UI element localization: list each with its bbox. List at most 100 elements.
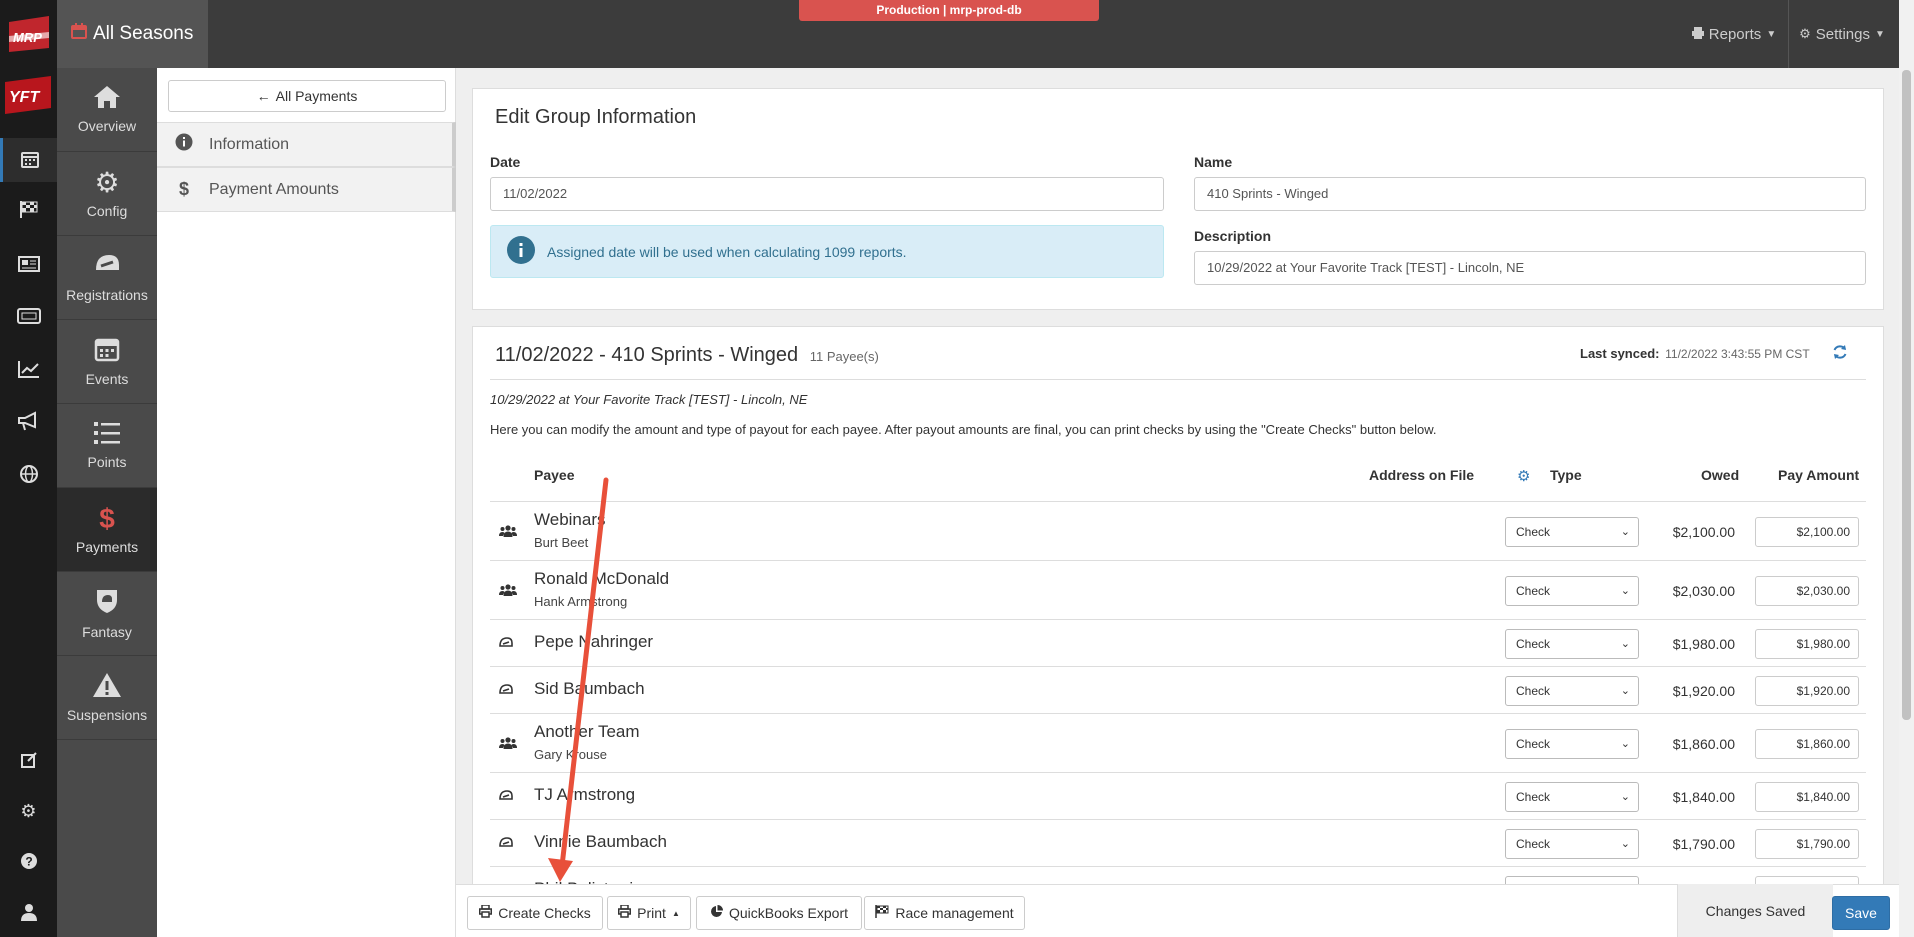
- edit-group-title: Edit Group Information: [495, 106, 697, 128]
- payment-type-select[interactable]: Check ⌄: [1505, 516, 1639, 547]
- nav-item-fantasy[interactable]: Fantasy: [57, 572, 157, 656]
- pay-amount-input[interactable]: $1,980.00: [1755, 628, 1859, 659]
- owed-amount: $1,860.00: [1672, 735, 1735, 752]
- sub-item-information[interactable]: Information: [157, 122, 456, 167]
- calendar-icon: [71, 23, 87, 45]
- name-input[interactable]: 410 Sprints - Winged: [1194, 177, 1866, 211]
- rail-analytics-button[interactable]: [0, 348, 57, 392]
- description-input[interactable]: 10/29/2022 at Your Favorite Track [TEST]…: [1194, 251, 1866, 285]
- save-button[interactable]: Save: [1832, 896, 1890, 930]
- pay-amount-input[interactable]: $1,840.00: [1755, 781, 1859, 812]
- pay-amount-input[interactable]: $2,030.00: [1755, 575, 1859, 606]
- date-label: Date: [490, 154, 521, 170]
- payment-type-value: Check: [1516, 736, 1551, 751]
- nav-item-points[interactable]: Points: [57, 404, 157, 488]
- nav-item-overview[interactable]: Overview: [57, 68, 157, 152]
- rail-race-button[interactable]: [0, 188, 57, 232]
- external-link-icon: [20, 751, 37, 771]
- arrow-left-icon: ←: [256, 88, 271, 104]
- rail-web-button[interactable]: [0, 453, 57, 497]
- rail-settings-button[interactable]: ⚙: [0, 789, 57, 833]
- newspaper-icon: [17, 255, 40, 275]
- race-management-button[interactable]: Race management: [864, 896, 1025, 930]
- refresh-icon: [1832, 345, 1848, 363]
- nav-item-registrations[interactable]: Registrations: [57, 236, 157, 320]
- payment-type-select[interactable]: Check ⌄: [1505, 828, 1639, 859]
- col-address: Address on File: [1369, 467, 1475, 483]
- nav-label: Points: [87, 454, 127, 470]
- help-icon: ?: [20, 852, 38, 873]
- rail-external-button[interactable]: [0, 739, 57, 783]
- all-payments-label: All Payments: [275, 88, 358, 104]
- globe-icon: [19, 464, 39, 487]
- nav-item-payments[interactable]: $ Payments: [57, 488, 157, 572]
- list-icon: [93, 421, 121, 448]
- table-row: TJ Armstrong Check ⌄ $1,840.00 $1,840.00: [490, 772, 1866, 819]
- caret-down-icon: ▼: [1874, 28, 1885, 40]
- rail-calendar-button[interactable]: [0, 138, 57, 182]
- nav-label: Config: [86, 202, 128, 219]
- info-circle-icon: [175, 133, 193, 156]
- rail-user-button[interactable]: [0, 891, 57, 935]
- chevron-down-icon: ⌄: [1620, 737, 1630, 750]
- type-settings-gear[interactable]: ⚙: [1517, 467, 1530, 485]
- owed-amount: $1,920.00: [1672, 682, 1735, 699]
- payment-type-value: Check: [1516, 683, 1551, 698]
- payment-type-select[interactable]: Check ⌄: [1505, 575, 1639, 606]
- gear-icon: ⚙: [20, 800, 37, 821]
- owed-amount: $1,790.00: [1672, 835, 1735, 852]
- yft-logo[interactable]: YFT: [3, 76, 53, 114]
- helmet-icon: [93, 252, 121, 281]
- nav-item-suspensions[interactable]: Suspensions: [57, 656, 157, 740]
- pie-chart-icon: [710, 905, 723, 921]
- nav-label: Payments: [75, 538, 139, 555]
- rail-help-button[interactable]: ?: [0, 840, 57, 884]
- flag-checkered-icon: [875, 905, 889, 921]
- refresh-sync-button[interactable]: [1832, 344, 1848, 363]
- dollar-icon: $: [178, 179, 189, 199]
- sub-item-payment-amounts[interactable]: $ Payment Amounts: [157, 167, 456, 212]
- nav-item-config[interactable]: ⚙ Config: [57, 152, 157, 236]
- sub-item-label: Information: [209, 135, 290, 153]
- scrollbar-thumb[interactable]: [1902, 70, 1911, 720]
- svg-text:?: ?: [25, 854, 32, 868]
- payment-type-value: Check: [1516, 836, 1551, 851]
- description-label: Description: [1194, 228, 1272, 244]
- pay-amount-input[interactable]: $1,790.00: [1755, 828, 1859, 859]
- user-icon: [20, 903, 37, 924]
- payment-type-select[interactable]: Check ⌄: [1505, 728, 1639, 759]
- reports-menu[interactable]: Reports ▼: [1680, 0, 1788, 68]
- helmet-icon: [499, 683, 513, 699]
- gear-icon: ⚙: [1799, 26, 1811, 41]
- divider: [490, 379, 1866, 380]
- calendar-icon: [94, 336, 120, 365]
- create-checks-button[interactable]: Create Checks: [467, 896, 603, 930]
- pay-amount-input[interactable]: $1,860.00: [1755, 728, 1859, 759]
- rail-news-button[interactable]: [0, 243, 57, 287]
- payment-type-select[interactable]: Check ⌄: [1505, 675, 1639, 706]
- pay-amount-input[interactable]: $2,100.00: [1755, 516, 1859, 547]
- rail-ticket-button[interactable]: [0, 295, 57, 339]
- last-synced-label: Last synced:: [1580, 346, 1660, 361]
- helmet-icon: [499, 789, 513, 805]
- all-payments-button[interactable]: ← All Payments: [168, 80, 446, 112]
- nav-label: Events: [85, 371, 129, 387]
- nav-item-events[interactable]: Events: [57, 320, 157, 404]
- shield-icon: [93, 587, 121, 618]
- helmet-icon: [499, 836, 513, 852]
- print-dropdown-button[interactable]: Print ▲: [607, 896, 691, 930]
- annotation-arrow: [548, 477, 609, 882]
- settings-label: Settings: [1815, 25, 1870, 43]
- date-input[interactable]: 11/02/2022: [490, 177, 1164, 211]
- payment-type-select[interactable]: Check ⌄: [1505, 628, 1639, 659]
- payees-title: 11/02/2022 - 410 Sprints - Winged 11 Pay…: [495, 344, 879, 367]
- pay-amount-input[interactable]: $1,920.00: [1755, 675, 1859, 706]
- payment-type-select[interactable]: Check ⌄: [1505, 781, 1639, 812]
- print-label: Print: [637, 905, 666, 921]
- payment-type-value: Check: [1516, 583, 1551, 598]
- quickbooks-export-button[interactable]: QuickBooks Export: [696, 896, 862, 930]
- settings-menu[interactable]: ⚙ Settings ▼: [1788, 0, 1895, 68]
- mrp-logo[interactable]: MRP: [0, 0, 57, 68]
- season-selector[interactable]: All Seasons: [57, 0, 208, 68]
- rail-announce-button[interactable]: [0, 400, 57, 444]
